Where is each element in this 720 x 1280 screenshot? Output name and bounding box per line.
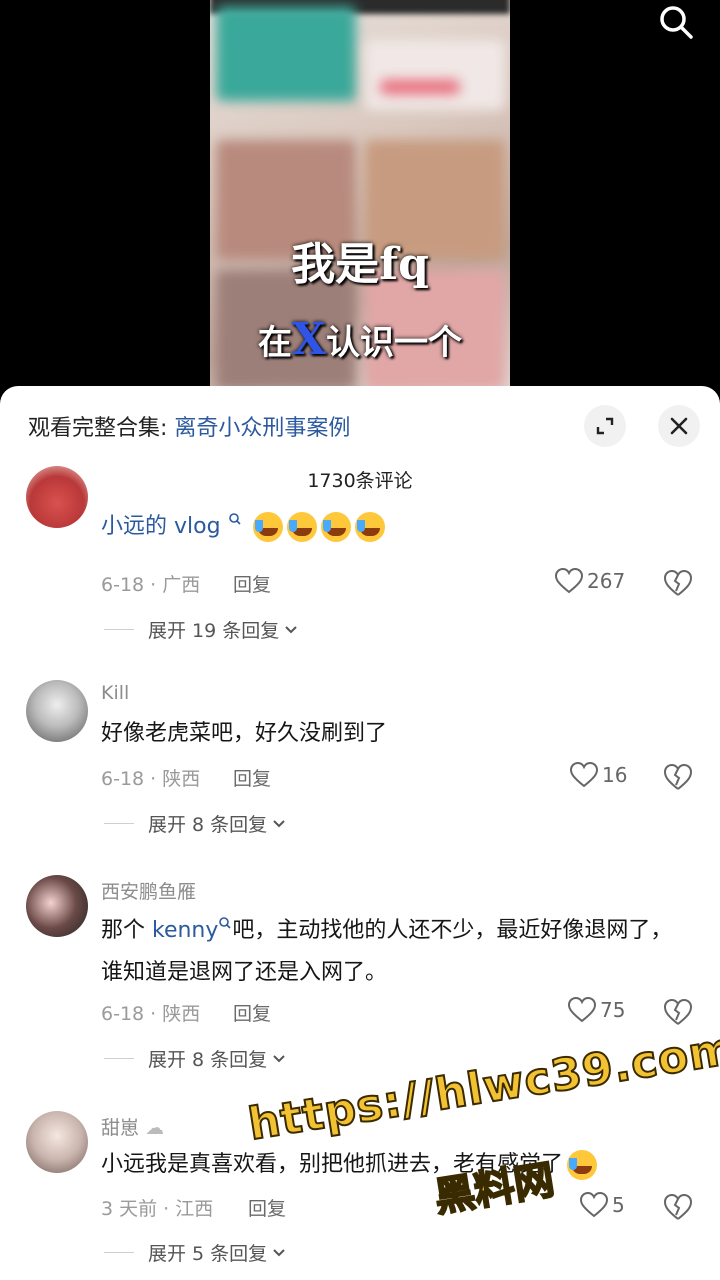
chevron-down-icon: [273, 819, 285, 827]
video-caption-line1: 我是fq: [291, 239, 429, 290]
broken-heart-icon[interactable]: [664, 763, 692, 791]
blurred-thumbnail: [380, 80, 460, 94]
search-icon[interactable]: [656, 2, 696, 42]
caption-text: 认识一个: [326, 323, 463, 363]
chevron-down-icon: [273, 1054, 285, 1062]
comment-date-region: 6-18 · 广西: [101, 574, 201, 596]
divider-line: [104, 823, 134, 824]
comment-date-region: 6-18 · 陕西: [101, 768, 201, 790]
comment-text-part: 那个: [101, 918, 152, 943]
chevron-down-icon: [285, 625, 297, 633]
comment-sheet: 观看完整合集: 离奇小众刑事案例 1730条评论 小远的 vlog 6-18 ·…: [0, 386, 720, 1280]
expand-replies[interactable]: 展开 19 条回复: [104, 616, 299, 643]
expand-replies-label[interactable]: 展开 8 条回复: [148, 1045, 267, 1072]
expand-replies[interactable]: 展开 8 条回复: [104, 810, 287, 837]
divider-line: [104, 1252, 134, 1253]
reply-button[interactable]: 回复: [233, 570, 271, 597]
close-button[interactable]: [658, 405, 700, 447]
broken-heart-icon[interactable]: [664, 569, 692, 597]
like-count: 16: [602, 763, 628, 787]
like-button[interactable]: 16: [570, 762, 627, 788]
x-logo-text: X: [291, 314, 327, 365]
mention-link[interactable]: kenny: [152, 918, 218, 943]
comment-author-row[interactable]: 甜崽 ☁: [101, 1113, 164, 1140]
divider-line: [104, 629, 134, 630]
reply-button[interactable]: 回复: [233, 999, 271, 1026]
like-button[interactable]: 5: [580, 1192, 625, 1218]
avatar[interactable]: [26, 680, 88, 742]
comment-author[interactable]: 甜崽: [101, 1117, 139, 1139]
comment-text: 好像老虎菜吧，好久没刷到了: [101, 721, 388, 746]
avatar[interactable]: [26, 466, 88, 528]
blurred-thumbnail: [365, 40, 505, 110]
like-count: 5: [612, 1193, 625, 1217]
expand-replies[interactable]: 展开 5 条回复: [104, 1239, 287, 1266]
broken-heart-icon[interactable]: [664, 1193, 692, 1221]
reply-button[interactable]: 回复: [233, 764, 271, 791]
like-count: 75: [600, 998, 626, 1022]
like-button[interactable]: 75: [568, 997, 625, 1023]
collection-link[interactable]: 观看完整合集: 离奇小众刑事案例: [28, 410, 350, 442]
reply-button[interactable]: 回复: [248, 1194, 286, 1221]
divider-line: [104, 1058, 134, 1059]
video-frame: 我是fq 在X认识一个: [210, 0, 510, 400]
video-caption-line2: 在X认识一个: [210, 314, 510, 365]
comment-text: 那个 kenny 吧，主动找他的人还不少，最近好像退网了，谁知道是退网了还是入网了…: [101, 910, 691, 994]
chevron-down-icon: [273, 1248, 285, 1256]
laughing-crying-emoji: [286, 512, 317, 542]
cloud-badge-icon: ☁: [145, 1117, 165, 1139]
heart-icon: [568, 997, 596, 1023]
expand-replies-label[interactable]: 展开 8 条回复: [148, 810, 267, 837]
expand-sheet-button[interactable]: [584, 405, 626, 447]
like-button[interactable]: 267: [555, 568, 625, 594]
heart-icon: [555, 568, 583, 594]
comment-author[interactable]: Kill: [101, 682, 129, 704]
search-mention-icon: [228, 513, 241, 525]
laughing-crying-emoji: [354, 512, 385, 542]
laughing-crying-emoji: [320, 512, 351, 542]
collection-name[interactable]: 离奇小众刑事案例: [174, 416, 350, 441]
heart-icon: [580, 1192, 608, 1218]
expand-replies-label[interactable]: 展开 19 条回复: [148, 616, 279, 643]
expand-replies-label[interactable]: 展开 5 条回复: [148, 1239, 267, 1266]
close-icon: [670, 417, 688, 435]
comment-date-region: 6-18 · 陕西: [101, 1003, 201, 1025]
comment-count: 1730条评论: [307, 470, 413, 492]
expand-icon: [596, 417, 614, 435]
comment-date-region: 3 天前 · 江西: [101, 1198, 214, 1220]
comment-author[interactable]: 小远的 vlog: [101, 514, 221, 539]
like-count: 267: [587, 569, 626, 593]
expand-replies[interactable]: 展开 8 条回复: [104, 1045, 287, 1072]
collection-prefix: 观看完整合集:: [28, 416, 175, 441]
video-player[interactable]: 我是fq 在X认识一个: [0, 0, 720, 400]
broken-heart-icon[interactable]: [664, 998, 692, 1026]
comment-author[interactable]: 西安鹏鱼雁: [101, 877, 196, 904]
crying-emoji: [567, 1150, 598, 1180]
caption-text: 在: [257, 323, 292, 363]
comment-author-inline[interactable]: 小远的 vlog: [101, 506, 691, 548]
avatar[interactable]: [26, 1111, 88, 1173]
avatar[interactable]: [26, 875, 88, 937]
heart-icon: [570, 762, 598, 788]
blurred-thumbnail: [216, 6, 356, 101]
comment-text: 小远我是真喜欢看，别把他抓进去，老有感觉了: [101, 1144, 691, 1186]
laughing-crying-emoji: [252, 512, 283, 542]
search-mention-icon: [219, 917, 231, 929]
